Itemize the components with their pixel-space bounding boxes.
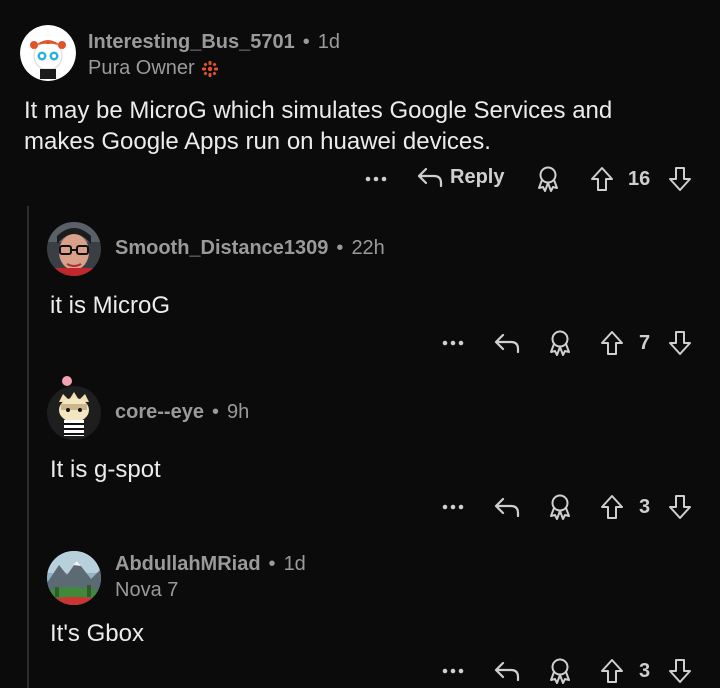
more-options-button[interactable] xyxy=(437,330,469,356)
reply-button[interactable]: Reply xyxy=(416,164,504,190)
reply-arrow-icon xyxy=(494,333,520,354)
username[interactable]: Smooth_Distance1309 xyxy=(115,237,328,260)
landscape-avatar-icon xyxy=(47,551,101,605)
award-button[interactable] xyxy=(533,164,563,194)
comment-age: 1d xyxy=(317,31,341,53)
upvote-arrow-icon xyxy=(601,495,623,519)
thread-line xyxy=(27,206,29,688)
reply-button[interactable] xyxy=(492,492,522,522)
upvote-button[interactable] xyxy=(598,492,626,522)
more-options-button[interactable] xyxy=(360,166,392,192)
online-indicator xyxy=(62,376,72,386)
comment-age: 9h xyxy=(226,401,250,423)
more-dots-icon xyxy=(442,668,464,674)
user-flair: Nova 7 xyxy=(115,579,179,601)
downvote-arrow-icon xyxy=(669,167,691,191)
user-flair: Pura Owner xyxy=(88,57,195,79)
username[interactable]: Interesting_Bus_5701 xyxy=(88,31,295,54)
upvote-button[interactable] xyxy=(588,164,616,194)
snoo-avatar-icon xyxy=(20,25,76,81)
award-button[interactable] xyxy=(545,656,575,686)
avatar[interactable] xyxy=(47,222,101,276)
username[interactable]: core--eye xyxy=(115,401,204,424)
downvote-button[interactable] xyxy=(666,328,694,358)
avatar[interactable] xyxy=(47,551,101,605)
vote-count: 7 xyxy=(639,332,651,354)
upvote-arrow-icon xyxy=(601,659,623,683)
person-glasses-avatar-icon xyxy=(47,222,101,276)
comment-body: It's Gbox xyxy=(50,620,144,647)
comment-body: it is MicroG xyxy=(50,292,170,319)
flair-flower-icon xyxy=(201,60,218,77)
downvote-arrow-icon xyxy=(669,659,691,683)
separator-dot: • xyxy=(211,401,219,423)
upvote-arrow-icon xyxy=(601,331,623,355)
more-dots-icon xyxy=(442,504,464,510)
award-button[interactable] xyxy=(545,328,575,358)
vote-count: 3 xyxy=(639,496,651,518)
downvote-arrow-icon xyxy=(669,331,691,355)
separator-dot: • xyxy=(268,553,276,575)
separator-dot: • xyxy=(302,31,310,53)
downvote-button[interactable] xyxy=(666,656,694,686)
more-dots-icon xyxy=(442,340,464,346)
comment-body-line: makes Google Apps run on huawei devices. xyxy=(24,128,491,155)
upvote-arrow-icon xyxy=(591,167,613,191)
more-options-button[interactable] xyxy=(437,658,469,684)
vote-count: 3 xyxy=(639,660,651,682)
comment-body: It is g-spot xyxy=(50,456,161,483)
award-icon xyxy=(538,166,558,192)
comment-body-line: It may be MicroG which simulates Google … xyxy=(24,97,613,124)
vote-count: 16 xyxy=(628,168,651,190)
reply-button[interactable] xyxy=(492,328,522,358)
upvote-button[interactable] xyxy=(598,328,626,358)
username[interactable]: AbdullahMRiad xyxy=(115,553,261,576)
comment-body: It may be MicroG which simulates Google … xyxy=(24,95,704,157)
more-options-button[interactable] xyxy=(437,494,469,520)
reply-arrow-icon xyxy=(494,661,520,682)
reply-button[interactable] xyxy=(492,656,522,686)
upvote-button[interactable] xyxy=(598,656,626,686)
more-dots-icon xyxy=(365,176,387,182)
downvote-button[interactable] xyxy=(666,492,694,522)
award-icon xyxy=(550,658,570,684)
reply-label: Reply xyxy=(450,165,505,188)
award-icon xyxy=(550,330,570,356)
cartoon-avatar-icon xyxy=(47,386,101,440)
award-icon xyxy=(550,494,570,520)
avatar[interactable] xyxy=(47,386,101,440)
avatar[interactable] xyxy=(20,25,76,81)
downvote-button[interactable] xyxy=(666,164,694,194)
downvote-arrow-icon xyxy=(669,495,691,519)
comment-age: 1d xyxy=(283,553,306,575)
separator-dot: • xyxy=(336,237,344,259)
award-button[interactable] xyxy=(545,492,575,522)
reply-arrow-icon xyxy=(494,497,520,518)
comment-age: 22h xyxy=(351,237,385,259)
reply-arrow-icon xyxy=(417,167,443,188)
